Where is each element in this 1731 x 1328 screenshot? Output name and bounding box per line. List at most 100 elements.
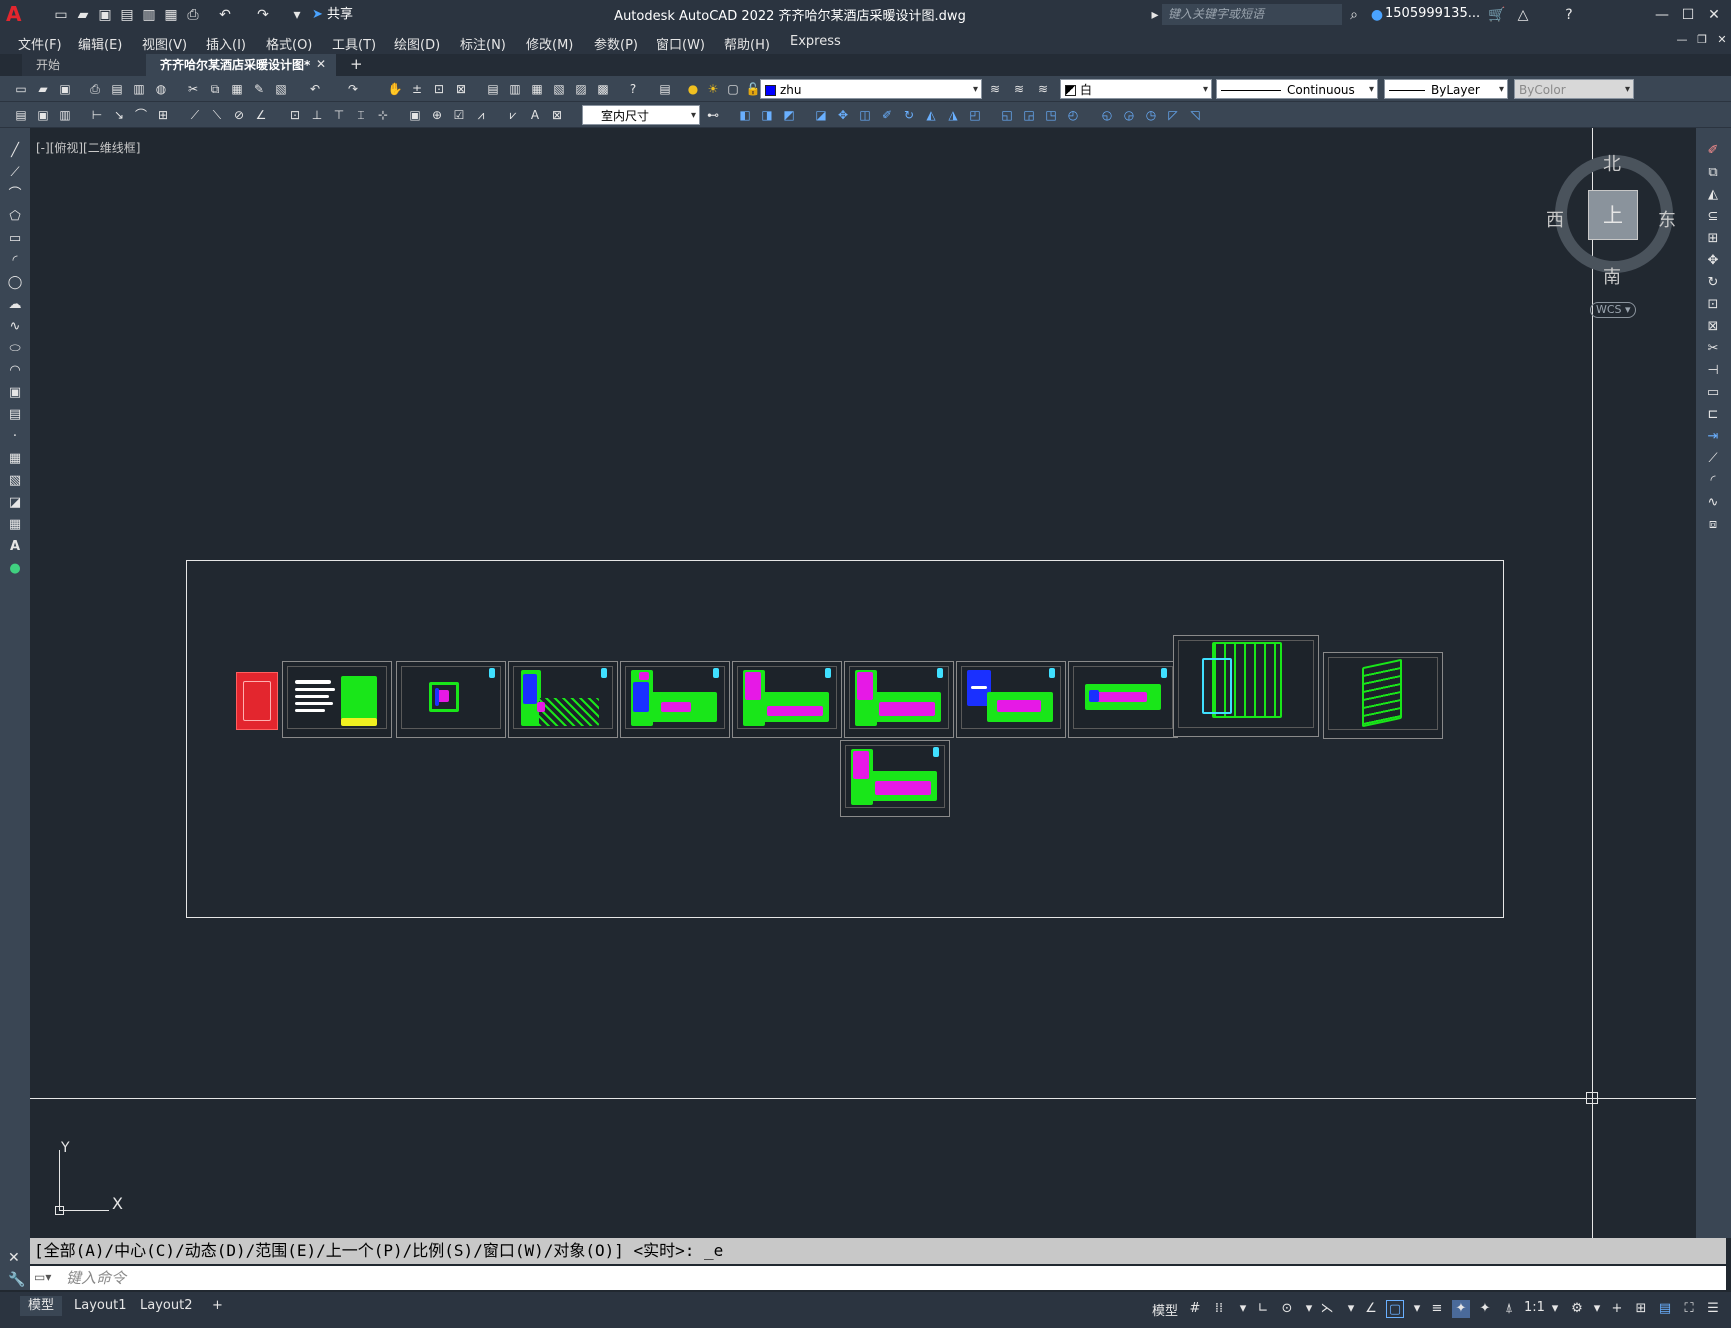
tab-layout2[interactable]: Layout2	[132, 1296, 200, 1316]
menu-dimension[interactable]: 标注(N)	[460, 34, 506, 53]
units-icon[interactable]: ⊞	[1632, 1300, 1650, 1318]
autodesk-a360-icon[interactable]: △	[1514, 6, 1532, 24]
slice-icon[interactable]: ◸	[1164, 106, 1182, 124]
menu-tools[interactable]: 工具(T)	[332, 34, 376, 53]
save-icon[interactable]: ▣	[96, 6, 114, 24]
menu-help[interactable]: 帮助(H)	[724, 34, 770, 53]
snap-dropdown-icon[interactable]: ▾	[1234, 1300, 1252, 1318]
dim-update-icon[interactable]: ⊠	[548, 106, 566, 124]
customize-dropdown-icon[interactable]: ▾	[288, 6, 306, 24]
tab-start[interactable]: 开始	[22, 54, 146, 76]
delete-faces-icon[interactable]: ✐	[878, 106, 896, 124]
taper-faces-icon[interactable]: ◭	[922, 106, 940, 124]
close-button[interactable]: ✕	[1702, 4, 1726, 26]
quick-properties-icon[interactable]: ▤	[1656, 1300, 1674, 1318]
break-icon[interactable]: ⊏	[1704, 406, 1722, 424]
lineweight-display-icon[interactable]: ≡	[1428, 1300, 1446, 1318]
copy-object-icon[interactable]: ⧉	[1704, 164, 1722, 182]
isodraft-icon[interactable]: ⋋	[1318, 1300, 1336, 1318]
snap-icon[interactable]: ⁞⁞	[1210, 1300, 1228, 1318]
layer-combo[interactable]: zhu ▾	[760, 79, 982, 99]
minimize-button[interactable]: —	[1650, 4, 1674, 26]
ellipse-icon[interactable]: ⬭	[6, 340, 24, 358]
match-properties-icon[interactable]: ✎	[250, 80, 268, 98]
tool-palettes-icon[interactable]: ▦	[528, 80, 546, 98]
array-icon[interactable]: ⊞	[1704, 230, 1722, 248]
qnew-icon[interactable]: ▭	[12, 80, 30, 98]
close-command-line-icon[interactable]: ✕	[8, 1250, 20, 1266]
clean-screen-icon[interactable]: ⛶	[1680, 1300, 1698, 1318]
zoom-realtime-icon[interactable]: ±	[408, 80, 426, 98]
make-block-icon[interactable]: ▤	[6, 406, 24, 424]
help-toolbar-icon[interactable]: ?	[624, 80, 642, 98]
cut-icon[interactable]: ✂	[184, 80, 202, 98]
workspace-save-icon[interactable]: ▥	[56, 106, 74, 124]
paste-icon[interactable]: ▦	[228, 80, 246, 98]
plot-toolbar-icon[interactable]: ⎙	[86, 80, 104, 98]
dim-style-manager-icon[interactable]: ⊷	[704, 106, 722, 124]
grid-icon[interactable]: #	[1186, 1300, 1204, 1318]
zoom-window-icon[interactable]: ⊡	[430, 80, 448, 98]
redo-toolbar-icon[interactable]: ↷	[344, 80, 362, 98]
command-input[interactable]: 键入命令	[66, 1268, 1666, 1288]
arc-length-icon[interactable]: ⌒	[132, 106, 150, 124]
offset-icon[interactable]: ⊆	[1704, 208, 1722, 226]
construction-line-icon[interactable]: ⟋	[6, 164, 24, 182]
center-mark-icon[interactable]: ⊕	[428, 106, 446, 124]
workspace-gear-icon[interactable]: ⚙	[1568, 1300, 1586, 1318]
blend-curves-icon[interactable]: ∿	[1704, 494, 1722, 512]
share-button[interactable]: ➤ 共享	[312, 6, 353, 24]
radius-dim-icon[interactable]: ⟋	[186, 106, 204, 124]
recent-commands-icon[interactable]: ▭▾	[34, 1270, 51, 1284]
point-icon[interactable]: ·	[6, 428, 24, 446]
hatch-icon[interactable]: ▦	[6, 450, 24, 468]
scale-icon[interactable]: ⊡	[1704, 296, 1722, 314]
layer-viewport-icon[interactable]: ▢	[724, 80, 742, 98]
gradient-icon[interactable]: ▧	[6, 472, 24, 490]
dimstyle-combo[interactable]: 室内尺寸 ▾	[582, 105, 700, 125]
menu-window[interactable]: 窗口(W)	[656, 34, 705, 53]
menu-edit[interactable]: 编辑(E)	[78, 34, 122, 53]
layer-thaw-icon[interactable]: ☀	[704, 80, 722, 98]
arc-icon[interactable]: ◜	[6, 252, 24, 270]
line-icon[interactable]: ╱	[6, 142, 24, 160]
add-selected-icon[interactable]: ●	[6, 560, 24, 578]
tab-model[interactable]: 模型	[20, 1296, 63, 1316]
open-from-web-icon[interactable]: ▥	[140, 6, 158, 24]
color-combo[interactable]: 白 ▾	[1060, 79, 1212, 99]
save-to-web-icon[interactable]: ▦	[162, 6, 180, 24]
design-center-icon[interactable]: ▥	[506, 80, 524, 98]
preview-icon[interactable]: ▤	[108, 80, 126, 98]
polar-dropdown-icon[interactable]: ▾	[1300, 1300, 1318, 1318]
extrude-faces-icon[interactable]: ◪	[812, 106, 830, 124]
offset-faces-icon[interactable]: ◫	[856, 106, 874, 124]
continue-dim-icon[interactable]: ⊤	[330, 106, 348, 124]
dim-space-icon[interactable]: ⌶	[352, 106, 370, 124]
viewcube-south[interactable]: 南	[1603, 263, 1621, 289]
open-folder-icon[interactable]: ▰	[74, 6, 92, 24]
annotation-visibility-icon[interactable]: ✦	[1452, 1300, 1470, 1318]
maximize-button[interactable]: ☐	[1676, 4, 1700, 26]
polygon-icon[interactable]: ⬠	[6, 208, 24, 226]
rotate-icon[interactable]: ↻	[1704, 274, 1722, 292]
baseline-dim-icon[interactable]: ⊥	[308, 106, 326, 124]
mirror-icon[interactable]: ◭	[1704, 186, 1722, 204]
check-icon[interactable]: ◷	[1142, 106, 1160, 124]
new-tab-icon[interactable]: +	[350, 55, 363, 73]
make-current-layer-icon[interactable]: ≋	[986, 80, 1004, 98]
extend-icon[interactable]: ⊣	[1704, 362, 1722, 380]
dim-edit-icon[interactable]: ⩗	[504, 106, 522, 124]
object-snap-dropdown-icon[interactable]: ▾	[1408, 1300, 1426, 1318]
auto-scale-icon[interactable]: ✦	[1476, 1300, 1494, 1318]
help-icon[interactable]: ?	[1560, 6, 1578, 24]
insert-block-icon[interactable]: ▣	[6, 384, 24, 402]
scale-dropdown-icon[interactable]: ▾	[1546, 1300, 1564, 1318]
table-icon[interactable]: ▦	[6, 516, 24, 534]
object-tracking-icon[interactable]: ∠	[1362, 1300, 1380, 1318]
dim-text-edit-icon[interactable]: A	[526, 106, 544, 124]
menu-insert[interactable]: 插入(I)	[206, 34, 246, 53]
copy-faces-icon[interactable]: ◮	[944, 106, 962, 124]
color-edges-icon[interactable]: ◲	[1020, 106, 1038, 124]
viewcube-east[interactable]: 东	[1658, 206, 1676, 232]
aligned-dim-icon[interactable]: ↘	[110, 106, 128, 124]
